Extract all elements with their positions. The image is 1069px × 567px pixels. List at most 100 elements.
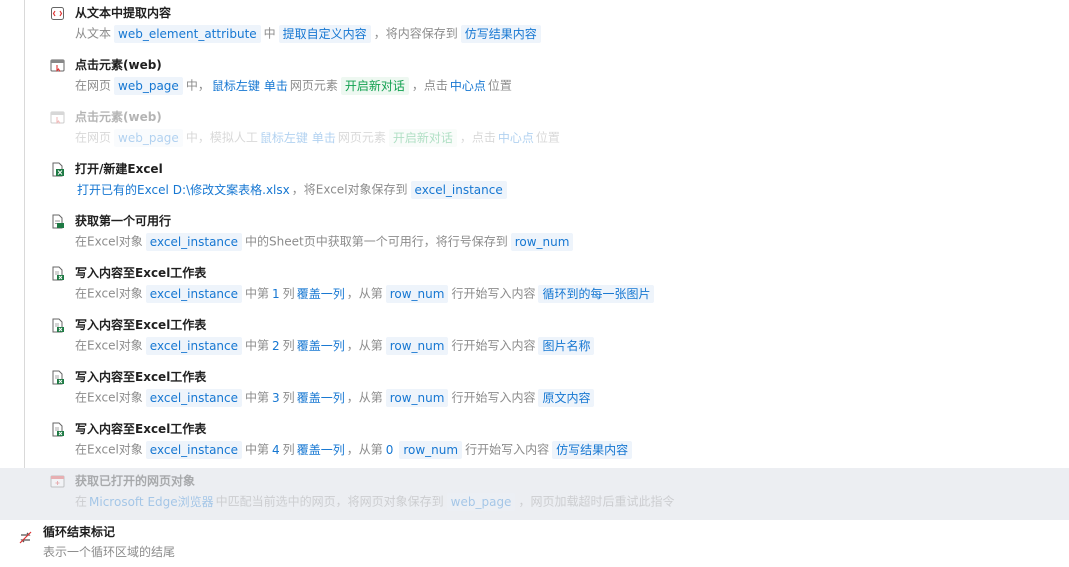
description-text: 列 (282, 390, 295, 405)
parameter-chip[interactable]: 开启新对话 (388, 128, 457, 147)
option-link[interactable]: 鼠标左键 (212, 79, 260, 93)
excel-write-icon (50, 318, 65, 333)
web-page-icon (50, 474, 65, 489)
parameter-chip[interactable]: row_num (385, 388, 449, 407)
description-text: 中的Sheet页 (245, 234, 316, 249)
flow-step[interactable]: 获取第一个可用行 在Excel对象 excel_instance 中的Sheet页中获… (0, 208, 1069, 260)
step-description: 打开已有的Excel D:\修改文案表格.xlsx ，将Excel对象保存到 exce… (75, 180, 510, 199)
description-text: 中获取第一个可用行，将行号保存到 (315, 234, 508, 249)
option-link[interactable]: 覆盖一列 (297, 443, 345, 457)
parameter-chip[interactable]: row_num (399, 440, 463, 459)
description-text: ，网页加载超时后重试此指令 (518, 494, 675, 509)
column-number[interactable]: 1 (272, 287, 280, 301)
parameter-chip[interactable]: excel_instance (145, 336, 243, 355)
option-link[interactable]: 鼠标左键 (260, 131, 308, 145)
description-text: ，从第 (346, 338, 383, 353)
step-description: 在 Microsoft Edge浏览器 中匹配当前选中的网页，将网页对象保存到 web… (75, 492, 674, 511)
column-number[interactable]: 2 (272, 339, 280, 353)
description-text: 中第 (245, 286, 270, 301)
parameter-chip[interactable]: web_page (114, 128, 183, 147)
flow-step[interactable]: 从文本中提取内容 从文本 web_element_attribute 中提取自定义内容… (0, 0, 1069, 52)
description-text: 位置 (487, 78, 512, 93)
parameter-chip[interactable]: row_num (385, 336, 449, 355)
step-title: 从文本中提取内容 (75, 6, 172, 20)
step-description: 表示一个循环区域的结尾 (43, 545, 176, 559)
description-text: 在网页 (75, 78, 112, 93)
parameter-chip[interactable]: web_page (446, 492, 516, 511)
parameter-chip[interactable]: 循环到的每一张图片 (538, 284, 655, 303)
option-link[interactable]: Microsoft Edge浏览器 (89, 495, 214, 509)
parameter-chip[interactable]: web_element_attribute (114, 24, 261, 43)
flow-step[interactable]: 获取已打开的网页对象在 Microsoft Edge浏览器 中匹配当前选中的网页，将… (0, 468, 1069, 520)
description-text: 中第 (245, 338, 270, 353)
option-link[interactable]: 覆盖一列 (297, 391, 345, 405)
description-text: 在Excel对象 (75, 338, 143, 353)
parameter-chip[interactable]: 开启新对话 (340, 76, 409, 95)
option-link[interactable]: 覆盖一列 (297, 339, 345, 353)
description-text: 行开始写入内容 (465, 442, 550, 457)
step-title: 写入内容至Excel工作表 (75, 370, 207, 384)
description-text: 在Excel对象 (75, 234, 143, 249)
parameter-chip[interactable]: row_num (510, 232, 574, 251)
option-link[interactable]: 单击 (264, 79, 288, 93)
excel-write-icon (50, 422, 65, 437)
option-link[interactable]: D:\修改文案表格.xlsx (173, 183, 290, 197)
parameter-chip[interactable]: 图片名称 (538, 336, 595, 355)
description-text: 中 (263, 26, 276, 41)
option-link[interactable]: 中心点 (450, 79, 486, 93)
description-text: 中，模拟人工 (185, 130, 258, 145)
click-element-icon (50, 58, 65, 73)
parameter-chip[interactable]: 提取自定义内容 (278, 24, 371, 43)
description-text: 位置 (535, 130, 560, 145)
description-text: 从文本 (75, 26, 112, 41)
excel-write-icon (50, 370, 65, 385)
step-description: 在Excel对象 excel_instance 中第 4 列覆盖一列 ，从第 0 row_nu… (75, 440, 635, 459)
parameter-chip[interactable]: 原文内容 (538, 388, 595, 407)
description-text: 列 (282, 338, 295, 353)
parameter-chip[interactable]: excel_instance (145, 440, 243, 459)
loop-end-step[interactable]: 循环结束标记 表示一个循环区域的结尾 (0, 518, 1069, 567)
column-number[interactable]: 4 (272, 443, 280, 457)
description-text: ，将内容保存到 (373, 26, 458, 41)
parameter-chip[interactable]: excel_instance (145, 388, 243, 407)
loop-end-icon (18, 530, 33, 545)
column-number[interactable]: 3 (272, 391, 280, 405)
flow-step[interactable]: 点击元素(web) 在网页 web_page 中，模拟人工 鼠标左键 单击 网页元素 开启新对… (0, 104, 1069, 156)
description-text: ，从第 (346, 390, 383, 405)
description-text: 在 (75, 494, 88, 509)
description-text: ，从第 (346, 442, 383, 457)
step-description: 在Excel对象 excel_instance 中的Sheet页中获取第一个可用行，… (75, 232, 576, 251)
option-link[interactable]: 覆盖一列 (297, 287, 345, 301)
option-link[interactable]: 中心点 (498, 131, 534, 145)
description-text: 列 (282, 442, 295, 457)
parameter-chip[interactable]: row_num (385, 284, 449, 303)
description-text: 网页元素 (289, 78, 338, 93)
flow-step[interactable]: 打开/新建Excel 打开已有的Excel D:\修改文案表格.xlsx ，将Exce… (0, 156, 1069, 208)
step-description: 在Excel对象 excel_instance 中第 3 列覆盖一列 ，从第 row_num… (75, 388, 597, 407)
column-number[interactable]: 0 (386, 443, 394, 457)
flow-step[interactable]: 写入内容至Excel工作表 在Excel对象 excel_instance 中第 2 列覆… (0, 312, 1069, 364)
step-title: 获取已打开的网页对象 (75, 474, 196, 488)
flow-step[interactable]: 写入内容至Excel工作表 在Excel对象 excel_instance 中第 3 列覆… (0, 364, 1069, 416)
parameter-chip[interactable]: web_page (114, 76, 183, 95)
flow-step[interactable]: 写入内容至Excel工作表 在Excel对象 excel_instance 中第 1 列覆… (0, 260, 1069, 312)
parameter-chip[interactable]: excel_instance (410, 180, 507, 199)
text-extract-icon (50, 6, 65, 21)
flow-step[interactable]: 点击元素(web) 在网页 web_page 中， 鼠标左键 单击 网页元素 开启新对话 ，点击… (0, 52, 1069, 104)
parameter-chip[interactable]: excel_instance (145, 284, 243, 303)
parameter-chip[interactable]: 仿写结果内容 (552, 440, 633, 459)
option-link[interactable]: 打开已有的Excel (77, 183, 169, 197)
step-description: 从文本 web_element_attribute 中提取自定义内容 ，将内容保存到仿… (75, 24, 544, 43)
parameter-chip[interactable]: 仿写结果内容 (460, 24, 541, 43)
description-text: 列 (282, 286, 295, 301)
description-text: 中第 (245, 442, 270, 457)
description-text: 中， (185, 78, 210, 93)
option-link[interactable]: 单击 (312, 131, 336, 145)
flow-step-list: 从文本中提取内容 从文本 web_element_attribute 中提取自定义内容… (0, 0, 1069, 567)
step-title: 点击元素(web) (75, 110, 162, 124)
excel-write-icon (50, 266, 65, 281)
step-title: 写入内容至Excel工作表 (75, 422, 207, 436)
description-text: 中匹配当前选中的网页，将网页对象保存到 (215, 494, 444, 509)
parameter-chip[interactable]: excel_instance (145, 232, 243, 251)
flow-step[interactable]: 写入内容至Excel工作表 在Excel对象 excel_instance 中第 4 列覆… (0, 416, 1069, 468)
